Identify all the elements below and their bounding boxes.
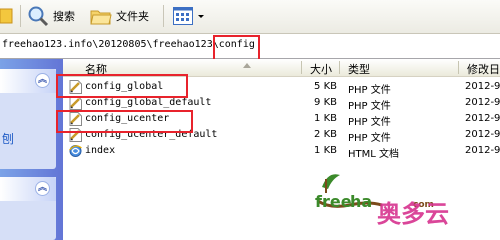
highlight-box-config-ucenter: [56, 110, 193, 133]
task-panel-header[interactable]: ︽: [0, 177, 56, 201]
folders-button[interactable]: 文件夹: [90, 4, 149, 28]
file-name: index: [85, 145, 116, 156]
chevron-down-icon: [198, 15, 204, 18]
file-type: PHP 文件: [348, 133, 391, 144]
back-partial-button[interactable]: [0, 4, 16, 28]
file-type: PHP 文件: [348, 85, 391, 96]
file-name: config_global_default: [85, 97, 212, 108]
watermark-cn: 奥多云: [377, 200, 449, 228]
column-separator: [339, 61, 340, 74]
column-separator: [301, 61, 302, 74]
folder-icon: [90, 10, 112, 25]
task-panel-other: ︽: [0, 177, 56, 240]
file-size: 1 KB: [314, 113, 337, 124]
file-type: PHP 文件: [348, 101, 391, 112]
watermark-brand-tail: ha: [350, 192, 373, 211]
column-modified[interactable]: 修改日: [467, 61, 500, 76]
file-modified: 2012-9: [465, 113, 500, 124]
file-row[interactable]: index 1 KB HTML 文档 2012-9: [63, 143, 500, 160]
file-modified: 2012-9: [465, 97, 500, 108]
php-file-icon: [69, 96, 82, 110]
address-path-prefix: freehao123.info\20120805\freehao123\: [2, 39, 219, 50]
file-size: 9 KB: [314, 97, 337, 108]
file-modified: 2012-9: [465, 129, 500, 140]
file-type: HTML 文档: [348, 149, 400, 160]
task-panel-header[interactable]: ︽: [0, 69, 56, 93]
highlight-box-config-global: [56, 74, 188, 98]
column-name[interactable]: 名称: [85, 61, 107, 76]
views-button[interactable]: [172, 4, 205, 28]
toolbar-separator: [163, 5, 164, 27]
search-label: 搜索: [53, 10, 75, 23]
views-icon: [173, 7, 193, 25]
task-panel-file: ︽ 刨: [0, 69, 56, 169]
toolbar-separator: [20, 5, 21, 27]
collapse-chevron-icon[interactable]: ︽: [35, 73, 50, 88]
file-size: 5 KB: [314, 81, 337, 92]
search-icon: [28, 6, 49, 27]
file-size: 1 KB: [314, 145, 337, 156]
file-type: PHP 文件: [348, 117, 391, 128]
collapse-chevron-icon[interactable]: ︽: [35, 181, 50, 196]
column-separator: [458, 61, 459, 74]
html-file-icon: [69, 145, 82, 157]
sort-arrow-icon: [243, 63, 251, 68]
toolbar: 搜索 文件夹: [0, 0, 500, 34]
column-type[interactable]: 类型: [348, 61, 370, 76]
task-pane: ︽ 刨 ︽: [0, 59, 63, 240]
task-link-fragment[interactable]: 刨: [2, 130, 14, 147]
file-size: 2 KB: [314, 129, 337, 140]
folders-label: 文件夹: [116, 10, 149, 23]
watermark-brand: free: [315, 192, 352, 211]
file-modified: 2012-9: [465, 81, 500, 92]
column-size[interactable]: 大小: [310, 61, 332, 76]
file-modified: 2012-9: [465, 145, 500, 156]
search-button[interactable]: 搜索: [27, 4, 75, 28]
back-arrow-icon: [0, 8, 13, 24]
